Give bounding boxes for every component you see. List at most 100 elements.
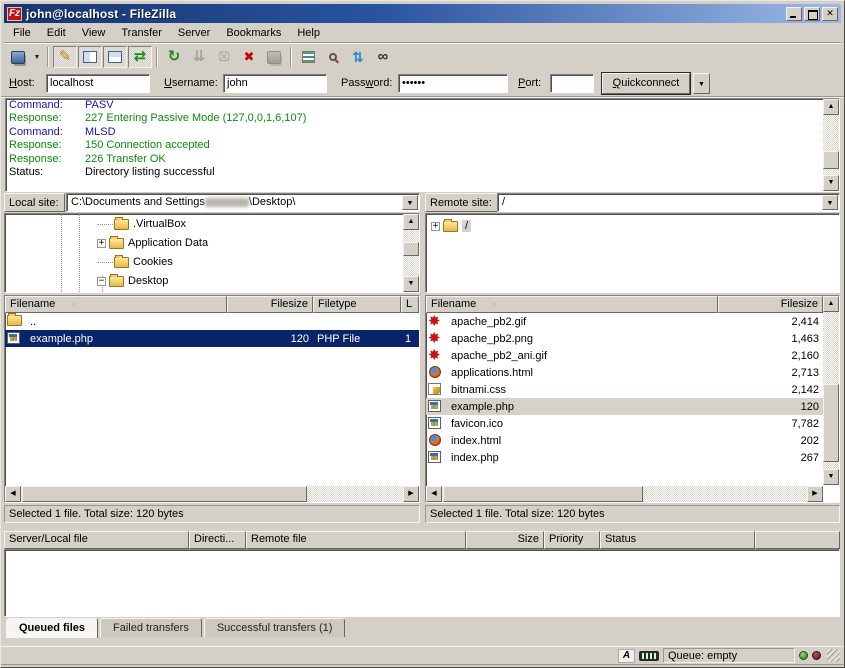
menu-file[interactable]: File — [5, 25, 39, 41]
menu-edit[interactable]: Edit — [39, 25, 74, 41]
toggle-remote-tree-button[interactable] — [103, 46, 127, 68]
local-status-text: Selected 1 file. Total size: 120 bytes — [4, 505, 420, 523]
column-header-filename[interactable]: Filename▲ — [426, 296, 718, 313]
scrollbar-thumb[interactable] — [403, 242, 419, 256]
menu-transfer[interactable]: Transfer — [113, 25, 170, 41]
find-files-button[interactable]: ∞ — [371, 46, 395, 68]
tab-queued-files[interactable]: Queued files — [6, 618, 98, 638]
column-header-remote-file[interactable]: Remote file — [246, 531, 466, 549]
site-manager-button[interactable] — [6, 46, 30, 68]
scroll-down-button[interactable]: ▼ — [823, 175, 839, 191]
reconnect-button[interactable] — [262, 46, 286, 68]
remote-vscrollbar[interactable]: ▲ ▼ — [823, 296, 839, 485]
scroll-up-button[interactable]: ▲ — [823, 99, 839, 115]
file-row[interactable]: ✸apache_pb2_ani.gif2,160 — [426, 347, 823, 364]
toggle-queue-button[interactable]: ⇄ — [128, 46, 152, 68]
window-title: john@localhost - FileZilla — [26, 7, 176, 21]
tree-item-desktop[interactable]: −Desktop — [97, 272, 168, 290]
column-header-priority[interactable]: Priority — [544, 531, 600, 549]
local-site-combo[interactable]: C:\Documents and Settings\Desktop\ ▼ — [66, 193, 420, 212]
local-tree-scrollbar[interactable]: ▲ ▼ — [403, 214, 419, 292]
html-file-icon — [429, 434, 441, 446]
file-row[interactable]: ✸apache_pb2.gif2,414 — [426, 313, 823, 330]
file-row-selected[interactable]: example.php120 — [426, 398, 823, 415]
menu-separator — [4, 42, 841, 44]
column-header-filler — [755, 531, 840, 549]
filter-button[interactable] — [296, 46, 320, 68]
file-row[interactable]: applications.html2,713 — [426, 364, 823, 381]
file-row[interactable]: bitnami.css2,142 — [426, 381, 823, 398]
column-header-size[interactable]: Size — [466, 531, 544, 549]
scroll-down-button[interactable]: ▼ — [823, 469, 839, 485]
ico-file-icon — [428, 417, 441, 429]
password-input[interactable]: •••••• — [398, 74, 508, 93]
tab-successful-transfers[interactable]: Successful transfers (1) — [204, 618, 346, 637]
resize-grip[interactable] — [827, 649, 840, 662]
site-manager-dropdown[interactable]: ▼ — [31, 46, 43, 68]
toggle-log-button[interactable]: ✎ — [53, 46, 77, 68]
minimize-button[interactable] — [786, 7, 802, 21]
expand-plus-icon[interactable]: + — [431, 222, 440, 231]
menu-server[interactable]: Server — [170, 25, 218, 41]
file-row[interactable]: index.php267 — [426, 449, 823, 466]
remote-site-combo[interactable]: / ▼ — [497, 193, 840, 212]
file-row-parent-dir[interactable]: .. — [5, 313, 419, 330]
log-line: Command:MLSD — [6, 126, 839, 139]
remote-hscrollbar[interactable]: ◀ ▶ — [426, 486, 823, 502]
scroll-up-button[interactable]: ▲ — [823, 296, 839, 312]
quickconnect-button[interactable]: Quickconnect — [602, 73, 690, 94]
column-header-direction[interactable]: Directi... — [189, 531, 246, 549]
tab-failed-transfers[interactable]: Failed transfers — [100, 618, 202, 637]
file-row[interactable]: ✸apache_pb2.png1,463 — [426, 330, 823, 347]
folder-icon — [443, 221, 458, 232]
scrollbar-thumb[interactable] — [823, 384, 839, 462]
scroll-up-button[interactable]: ▲ — [403, 214, 419, 230]
file-row-example-php[interactable]: example.php 120 PHP File 1 — [5, 330, 419, 347]
column-header-server-local-file[interactable]: Server/Local file — [4, 531, 189, 549]
local-hscrollbar[interactable]: ◀ ▶ — [5, 486, 419, 502]
scrollbar-thumb[interactable] — [823, 151, 839, 169]
column-header-filesize[interactable]: Filesize — [227, 296, 313, 313]
tree-item-root[interactable]: +/ — [431, 217, 471, 235]
column-header-status[interactable]: Status — [600, 531, 755, 549]
maximize-button[interactable] — [804, 7, 820, 21]
folder-icon — [114, 219, 129, 230]
sort-ascending-icon: ▲ — [490, 299, 499, 309]
tree-item-application-data[interactable]: +Application Data — [97, 234, 208, 252]
queue-list[interactable] — [4, 549, 840, 617]
log-scrollbar[interactable]: ▲ ▼ — [823, 99, 839, 191]
menu-bookmarks[interactable]: Bookmarks — [218, 25, 289, 41]
disconnect-button[interactable]: ✖ — [237, 46, 261, 68]
quickconnect-dropdown[interactable]: ▼ — [693, 73, 710, 94]
expand-plus-icon[interactable]: + — [97, 239, 106, 248]
close-button[interactable] — [822, 7, 838, 21]
tree-item-cookies[interactable]: Cookies — [97, 253, 173, 271]
host-input[interactable]: localhost — [46, 74, 150, 93]
log-line: Command:PASV — [6, 99, 839, 112]
column-header-lastmodified[interactable]: L — [401, 296, 419, 313]
port-input[interactable] — [550, 74, 594, 93]
tree-item-virtualbox[interactable]: .VirtualBox — [97, 215, 186, 233]
queue-status-text: Queue: empty — [663, 648, 795, 663]
sync-browsing-button[interactable]: ⇅ — [346, 46, 370, 68]
process-queue-button[interactable]: ⇊ — [187, 46, 211, 68]
column-header-filename[interactable]: Filename▲ — [5, 296, 227, 313]
menu-view[interactable]: View — [74, 25, 114, 41]
column-header-filesize[interactable]: Filesize — [718, 296, 823, 313]
menu-help[interactable]: Help — [289, 25, 328, 41]
toggle-local-tree-button[interactable] — [78, 46, 102, 68]
combo-dropdown-icon[interactable]: ▼ — [822, 195, 838, 210]
scrollbar-thumb[interactable] — [443, 486, 643, 502]
username-input[interactable]: john — [223, 74, 327, 93]
queue-header: Server/Local file Directi... Remote file… — [4, 531, 840, 549]
collapse-minus-icon[interactable]: − — [97, 277, 106, 286]
column-header-filetype[interactable]: Filetype — [313, 296, 401, 313]
scrollbar-thumb[interactable] — [22, 486, 307, 502]
file-row[interactable]: favicon.ico7,782 — [426, 415, 823, 432]
file-row[interactable]: index.html202 — [426, 432, 823, 449]
scroll-down-button[interactable]: ▼ — [403, 276, 419, 292]
cancel-operation-button[interactable]: ☒ — [212, 46, 236, 68]
compare-button[interactable] — [321, 46, 345, 68]
refresh-button[interactable]: ↻ — [162, 46, 186, 68]
combo-dropdown-icon[interactable]: ▼ — [402, 195, 418, 210]
